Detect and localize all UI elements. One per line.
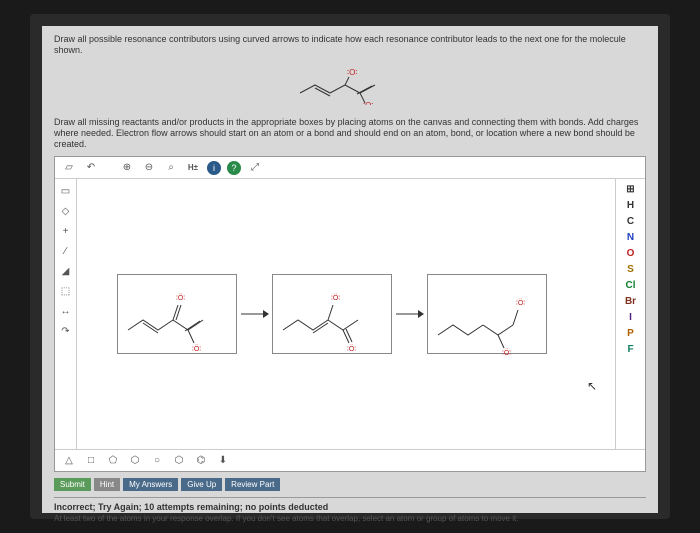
- reaction-arrow-1: [239, 307, 269, 321]
- element-o[interactable]: O: [625, 247, 637, 260]
- svg-text:∶Ö∶: ∶Ö∶: [192, 345, 201, 353]
- svg-text:∶Ö∶: ∶Ö∶: [516, 299, 525, 307]
- element-s[interactable]: S: [625, 263, 636, 276]
- svg-text:∶Ö∶: ∶Ö∶: [176, 294, 185, 302]
- svg-text:∶Ö∶: ∶Ö∶: [331, 294, 340, 302]
- ring-chair-icon[interactable]: ⬇: [215, 453, 231, 469]
- page-content: Draw all possible resonance contributors…: [42, 26, 658, 531]
- svg-text:∶Ö∶: ∶Ö∶: [502, 349, 511, 355]
- plus-tool-icon[interactable]: +: [58, 223, 74, 239]
- toolbar-bottom: △ □ ⬠ ⬡ ○ ⬡ ⌬ ⬇: [55, 449, 645, 471]
- editor-body: ▭ ◇ + ∕ ◢ ⬚ ↔ ↷: [55, 179, 645, 449]
- drawing-canvas[interactable]: ∶Ö∶ ∶Ö∶: [77, 179, 615, 449]
- feedback-main: Incorrect; Try Again; 10 attempts remain…: [54, 502, 646, 512]
- ring-pentagon-icon[interactable]: ⬠: [105, 453, 121, 469]
- monitor-frame: Draw all possible resonance contributors…: [30, 14, 670, 519]
- structure-box-1[interactable]: ∶Ö∶ ∶Ö∶: [117, 274, 237, 354]
- structure-3-svg: ∶Ö∶ ∶Ö∶: [428, 275, 548, 355]
- marquee-tool-icon[interactable]: ⬚: [58, 283, 74, 299]
- ring-square-icon[interactable]: □: [83, 453, 99, 469]
- my-answers-button[interactable]: My Answers: [123, 478, 178, 491]
- select-tool-icon[interactable]: ▭: [58, 183, 74, 199]
- bond-tool-icon[interactable]: ∕: [58, 243, 74, 259]
- fullscreen-icon[interactable]: ⤢: [247, 160, 263, 176]
- ring-benzene-icon[interactable]: ⌬: [193, 453, 209, 469]
- element-p[interactable]: P: [625, 327, 636, 340]
- structure-2-svg: ∶Ö∶ ∶Ö∶: [273, 275, 393, 355]
- reference-molecule: ∶O∶ ∶O∶: [54, 63, 646, 107]
- new-doc-icon[interactable]: ▱: [61, 160, 77, 176]
- help-icon[interactable]: ?: [227, 161, 241, 175]
- feedback-panel: Incorrect; Try Again; 10 attempts remain…: [54, 497, 646, 523]
- ring-hexagon-icon[interactable]: ⬡: [127, 453, 143, 469]
- ring-triangle-icon[interactable]: △: [61, 453, 77, 469]
- zoom-in-icon[interactable]: ⊕: [119, 160, 135, 176]
- undo-icon[interactable]: ↶: [83, 160, 99, 176]
- element-br[interactable]: Br: [623, 295, 638, 308]
- structure-box-3[interactable]: ∶Ö∶ ∶Ö∶: [427, 274, 547, 354]
- structure-1-svg: ∶Ö∶ ∶Ö∶: [118, 275, 238, 355]
- ring-cyclo-icon[interactable]: ○: [149, 453, 165, 469]
- svg-text:∶O∶: ∶O∶: [363, 101, 373, 105]
- curve-arrow-tool-icon[interactable]: ↷: [58, 323, 74, 339]
- element-h[interactable]: H: [625, 199, 636, 212]
- hint-button[interactable]: Hint: [94, 478, 120, 491]
- submit-button[interactable]: Submit: [54, 478, 91, 491]
- molecule-svg: ∶O∶ ∶O∶: [295, 63, 405, 105]
- wedge-tool-icon[interactable]: ◢: [58, 263, 74, 279]
- give-up-button[interactable]: Give Up: [181, 478, 222, 491]
- lasso-tool-icon[interactable]: ◇: [58, 203, 74, 219]
- hydrogen-toggle[interactable]: H±: [185, 160, 201, 176]
- svg-text:∶O∶: ∶O∶: [347, 68, 357, 77]
- instruction-2: Draw all missing reactants and/or produc…: [54, 117, 646, 151]
- zoom-fit-icon[interactable]: ⊖: [141, 160, 157, 176]
- ring-hex2-icon[interactable]: ⬡: [171, 453, 187, 469]
- element-cl[interactable]: Cl: [624, 279, 638, 292]
- action-buttons: Submit Hint My Answers Give Up Review Pa…: [54, 478, 646, 491]
- reaction-arrow-2: [394, 307, 424, 321]
- toolbar-top: ▱ ↶ ⊕ ⊖ ⌕ H± i ? ⤢: [55, 157, 645, 179]
- element-f[interactable]: F: [625, 343, 635, 356]
- element-c[interactable]: C: [625, 215, 636, 228]
- toolbar-right: ⊞ H C N O S Cl Br I P F: [615, 179, 645, 449]
- element-i[interactable]: I: [627, 311, 634, 324]
- review-part-button[interactable]: Review Part: [225, 478, 280, 491]
- arrow-tool-icon[interactable]: ↔: [58, 303, 74, 319]
- structure-editor: ▱ ↶ ⊕ ⊖ ⌕ H± i ? ⤢ ▭ ◇ + ∕ ◢ ⬚ ↔: [54, 156, 646, 472]
- structure-box-2[interactable]: ∶Ö∶ ∶Ö∶: [272, 274, 392, 354]
- info-icon[interactable]: i: [207, 161, 221, 175]
- instruction-1: Draw all possible resonance contributors…: [54, 34, 646, 57]
- toolbar-left: ▭ ◇ + ∕ ◢ ⬚ ↔ ↷: [55, 179, 77, 449]
- zoom-icon[interactable]: ⌕: [163, 160, 179, 176]
- svg-text:∶Ö∶: ∶Ö∶: [347, 345, 356, 353]
- periodic-table-icon[interactable]: ⊞: [624, 183, 636, 196]
- feedback-sub: At least two of the atoms in your respon…: [54, 514, 646, 523]
- mouse-cursor-icon: ↖: [587, 379, 597, 393]
- element-n[interactable]: N: [625, 231, 636, 244]
